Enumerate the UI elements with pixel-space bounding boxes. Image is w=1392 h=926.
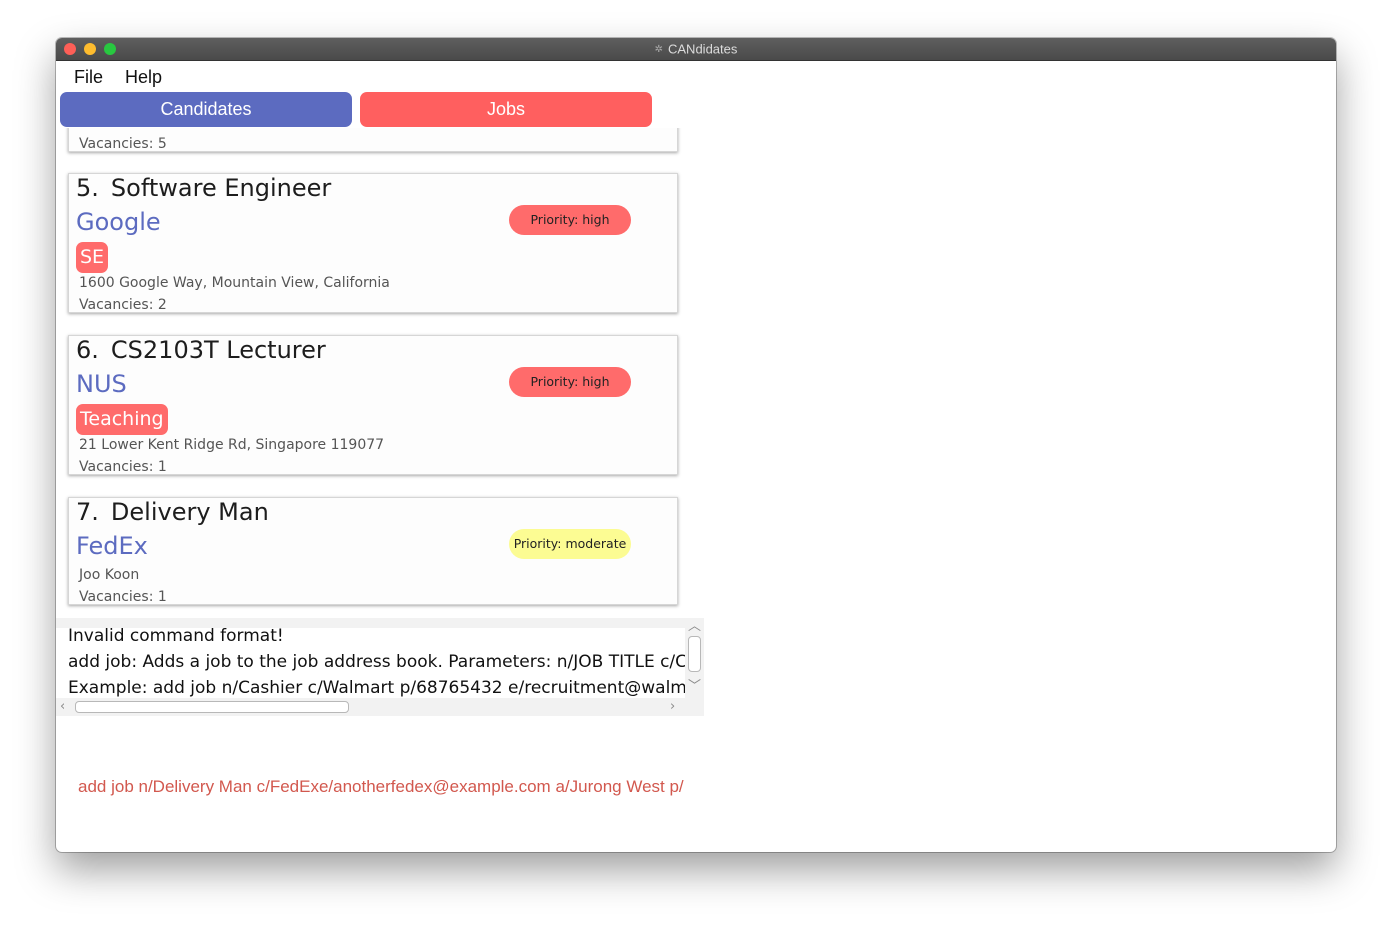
priority-badge: Priority: moderate [509,529,631,559]
app-window: ✲ CANdidates File Help Candidates Jobs Va… [56,38,1336,852]
result-text-area[interactable]: Invalid command format! add job: Adds a … [56,628,685,698]
job-address: Joo Koon [79,567,140,583]
job-title: Software Engineer [110,174,332,202]
job-address: 21 Lower Kent Ridge Rd, Singapore 119077 [79,437,385,453]
result-line: Invalid command format! [68,628,284,646]
window-title-area: ✲ CANdidates [56,38,1336,60]
job-tag: Teaching [76,404,168,435]
priority-badge: Priority: high [509,205,631,235]
job-index: 7. [76,498,99,526]
job-card[interactable]: 5. Software Engineer Google SE 1600 Googl… [68,173,678,313]
command-input-text[interactable]: add job n/Delivery Man c/FedExe/anotherf… [78,777,684,796]
job-card[interactable]: 6. CS2103T Lecturer NUS Teaching 21 Lower… [68,335,678,475]
job-index: 6. [76,336,99,364]
result-line: Example: add job n/Cashier c/Walmart p/6… [68,678,685,698]
job-title: CS2103T Lecturer [110,336,326,364]
job-company: NUS [76,370,127,398]
menu-help[interactable]: Help [125,67,162,88]
command-input[interactable]: add job n/Delivery Man c/FedExe/anotherf… [78,773,684,801]
tab-candidates[interactable]: Candidates [60,92,352,127]
menu-bar: File Help [56,60,1336,90]
job-index: 5. [76,174,99,202]
job-tag: SE [76,242,109,273]
job-vacancies: Vacancies: 5 [79,136,167,152]
result-display[interactable]: Invalid command format! add job: Adds a … [56,618,704,716]
job-company: Google [76,208,161,236]
window-title: CANdidates [668,41,738,57]
tab-jobs[interactable]: Jobs [360,92,652,127]
result-horizontal-scrollbar[interactable]: ‹ › [56,698,685,716]
job-title-line: 5. Software Engineer [76,174,331,202]
job-card-partial[interactable]: Vacancies: 5 [68,128,678,152]
job-company: FedEx [76,532,148,560]
scroll-down-icon[interactable]: ﹀ [688,680,701,693]
priority-badge: Priority: high [509,367,631,397]
job-card[interactable]: 7. Delivery Man FedEx Joo Koon Vacancies:… [68,497,678,605]
scroll-left-icon[interactable]: ‹ [60,700,65,713]
menu-file[interactable]: File [74,67,103,88]
result-line: add job: Adds a job to the job address b… [68,652,685,672]
horizontal-scroll-thumb[interactable] [75,701,349,713]
scroll-right-icon[interactable]: › [670,700,675,713]
job-vacancies: Vacancies: 1 [79,589,167,605]
title-bar: ✲ CANdidates [56,38,1336,61]
vertical-scroll-thumb[interactable] [688,636,701,672]
job-address: 1600 Google Way, Mountain View, Californ… [79,275,390,291]
job-list[interactable]: Vacancies: 5 5. Software Engineer Google … [56,128,704,618]
app-logo-icon: ✲ [654,43,663,55]
scroll-up-icon[interactable]: ︿ [688,620,701,633]
job-title: Delivery Man [110,498,269,526]
result-vertical-scrollbar[interactable]: ︿ ﹀ [685,618,704,698]
job-vacancies: Vacancies: 2 [79,297,167,313]
job-vacancies: Vacancies: 1 [79,459,167,475]
job-title-line: 6. CS2103T Lecturer [76,336,326,364]
job-title-line: 7. Delivery Man [76,498,269,526]
